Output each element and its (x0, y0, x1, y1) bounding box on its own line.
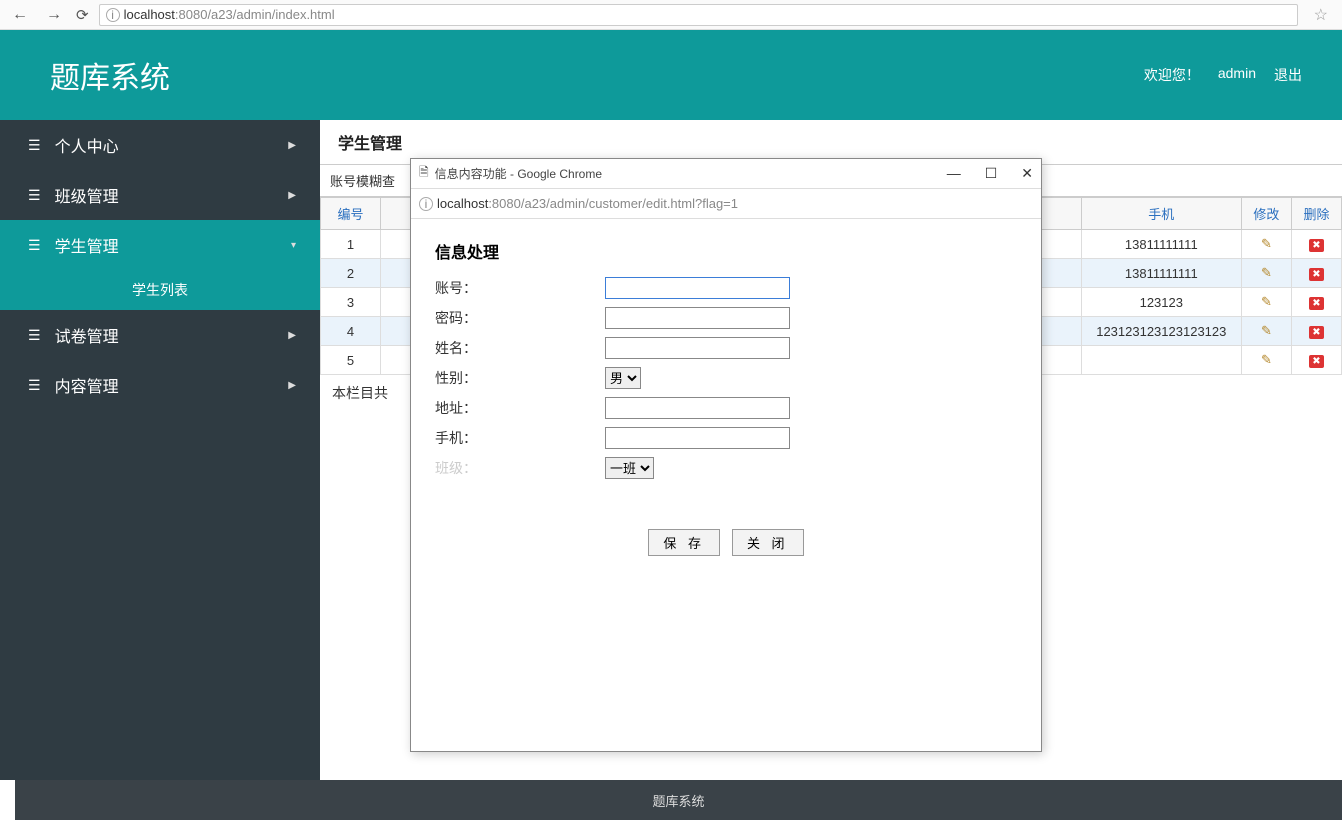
cell-id: 1 (321, 230, 381, 259)
footer-text: 题库系统 (652, 791, 704, 810)
browser-toolbar: ← → ⟳ i localhost:8080/a23/admin/index.h… (0, 0, 1342, 30)
account-input[interactable] (605, 277, 790, 299)
address-bar[interactable]: i localhost:8080/a23/admin/index.html (99, 4, 1298, 26)
logout-link[interactable]: 退出 (1274, 65, 1302, 85)
edit-icon[interactable]: ✎ (1261, 236, 1272, 251)
sidebar: ☰ 个人中心 ▶ ☰ 班级管理 ▶ ☰ 学生管理 ▾ 学生列表 ☰ 试卷管理 ▶… (0, 120, 320, 780)
maximize-icon[interactable]: ☐ (985, 165, 998, 182)
delete-icon[interactable]: ✖ (1309, 297, 1323, 310)
stack-icon: ☰ (28, 187, 41, 204)
stack-icon: ☰ (28, 137, 41, 154)
popup-window: 🗎 信息内容功能 - Google Chrome — ☐ ✕ i localho… (410, 158, 1042, 752)
popup-url-path: /a23/admin/customer/edit.html?flag=1 (521, 196, 738, 211)
label-account: 账号： (435, 278, 605, 298)
chevron-down-icon: ▾ (291, 240, 296, 251)
label-gender: 性别： (435, 368, 605, 388)
sidebar-item-profile[interactable]: ☰ 个人中心 ▶ (0, 120, 320, 170)
cell-id: 3 (321, 288, 381, 317)
delete-icon[interactable]: ✖ (1309, 326, 1323, 339)
header-right: 欢迎您！ admin 退出 (1144, 65, 1302, 85)
footer: 题库系统 (15, 780, 1342, 820)
sidebar-sublabel: 学生列表 (132, 280, 188, 300)
chevron-right-icon: ▶ (288, 140, 296, 151)
edit-icon[interactable]: ✎ (1261, 294, 1272, 309)
delete-icon[interactable]: ✖ (1309, 355, 1323, 368)
label-name: 姓名： (435, 338, 605, 358)
cell-phone: 123123 (1081, 288, 1241, 317)
class-select[interactable]: 一班 (605, 457, 654, 479)
chevron-right-icon: ▶ (288, 330, 296, 341)
info-icon: i (106, 8, 120, 22)
col-phone[interactable]: 手机 (1081, 198, 1241, 230)
user-link[interactable]: admin (1218, 65, 1256, 85)
popup-body: 信息处理 账号： 密码： 姓名： 性别： 男 地址： 手机： 班级： (411, 219, 1041, 576)
cell-id: 2 (321, 259, 381, 288)
document-icon: 🗎 (419, 163, 429, 184)
cell-id: 4 (321, 317, 381, 346)
sidebar-item-content[interactable]: ☰ 内容管理 ▶ (0, 360, 320, 410)
col-id[interactable]: 编号 (321, 198, 381, 230)
sidebar-label: 个人中心 (55, 133, 119, 157)
app-header: 题库系统 欢迎您！ admin 退出 (0, 30, 1342, 120)
sidebar-label: 内容管理 (55, 373, 119, 397)
info-icon: i (419, 197, 433, 211)
url-port: :8080 (175, 7, 208, 22)
gender-select[interactable]: 男 (605, 367, 641, 389)
url-path: /a23/admin/index.html (207, 7, 334, 22)
edit-icon[interactable]: ✎ (1261, 265, 1272, 280)
sidebar-item-student[interactable]: ☰ 学生管理 ▾ (0, 220, 320, 270)
cell-phone: 13811111111 (1081, 230, 1241, 259)
chevron-right-icon: ▶ (288, 190, 296, 201)
forward-icon[interactable]: → (42, 6, 66, 24)
search-label: 账号模糊查 (330, 174, 395, 189)
minimize-icon[interactable]: — (947, 165, 961, 182)
popup-url-port: :8080 (488, 196, 521, 211)
cell-phone: 123123123123123123 (1081, 317, 1241, 346)
cell-id: 5 (321, 346, 381, 375)
edit-icon[interactable]: ✎ (1261, 352, 1272, 367)
label-phone: 手机： (435, 428, 605, 448)
sidebar-item-exam[interactable]: ☰ 试卷管理 ▶ (0, 310, 320, 360)
sidebar-label: 试卷管理 (55, 323, 119, 347)
close-button[interactable]: 关 闭 (732, 529, 804, 556)
col-edit[interactable]: 修改 (1241, 198, 1291, 230)
label-address: 地址： (435, 398, 605, 418)
popup-title: 信息内容功能 - Google Chrome (435, 165, 602, 182)
sidebar-label: 班级管理 (55, 183, 119, 207)
app-title: 题库系统 (50, 53, 170, 97)
name-input[interactable] (605, 337, 790, 359)
cell-phone (1081, 346, 1241, 375)
sidebar-item-class[interactable]: ☰ 班级管理 ▶ (0, 170, 320, 220)
stack-icon: ☰ (28, 377, 41, 394)
bookmark-icon[interactable]: ☆ (1308, 5, 1334, 25)
sidebar-subitem-student-list[interactable]: 学生列表 (0, 270, 320, 310)
phone-input[interactable] (605, 427, 790, 449)
label-class: 班级： (435, 458, 605, 478)
save-button[interactable]: 保 存 (648, 529, 720, 556)
edit-icon[interactable]: ✎ (1261, 323, 1272, 338)
stack-icon: ☰ (28, 327, 41, 344)
close-icon[interactable]: ✕ (1021, 165, 1033, 182)
delete-icon[interactable]: ✖ (1309, 268, 1323, 281)
back-icon[interactable]: ← (8, 6, 32, 24)
popup-url-host: localhost (437, 196, 488, 211)
label-password: 密码： (435, 308, 605, 328)
reload-icon[interactable]: ⟳ (76, 6, 89, 24)
cell-phone: 13811111111 (1081, 259, 1241, 288)
welcome-text: 欢迎您！ (1144, 65, 1200, 85)
password-input[interactable] (605, 307, 790, 329)
address-input[interactable] (605, 397, 790, 419)
delete-icon[interactable]: ✖ (1309, 239, 1323, 252)
stack-icon: ☰ (28, 237, 41, 254)
popup-titlebar[interactable]: 🗎 信息内容功能 - Google Chrome — ☐ ✕ (411, 159, 1041, 189)
popup-heading: 信息处理 (435, 239, 1017, 263)
col-del[interactable]: 删除 (1291, 198, 1341, 230)
url-host: localhost (124, 7, 175, 22)
popup-address-bar[interactable]: i localhost:8080/a23/admin/customer/edit… (411, 189, 1041, 219)
sidebar-label: 学生管理 (55, 233, 119, 257)
chevron-right-icon: ▶ (288, 380, 296, 391)
